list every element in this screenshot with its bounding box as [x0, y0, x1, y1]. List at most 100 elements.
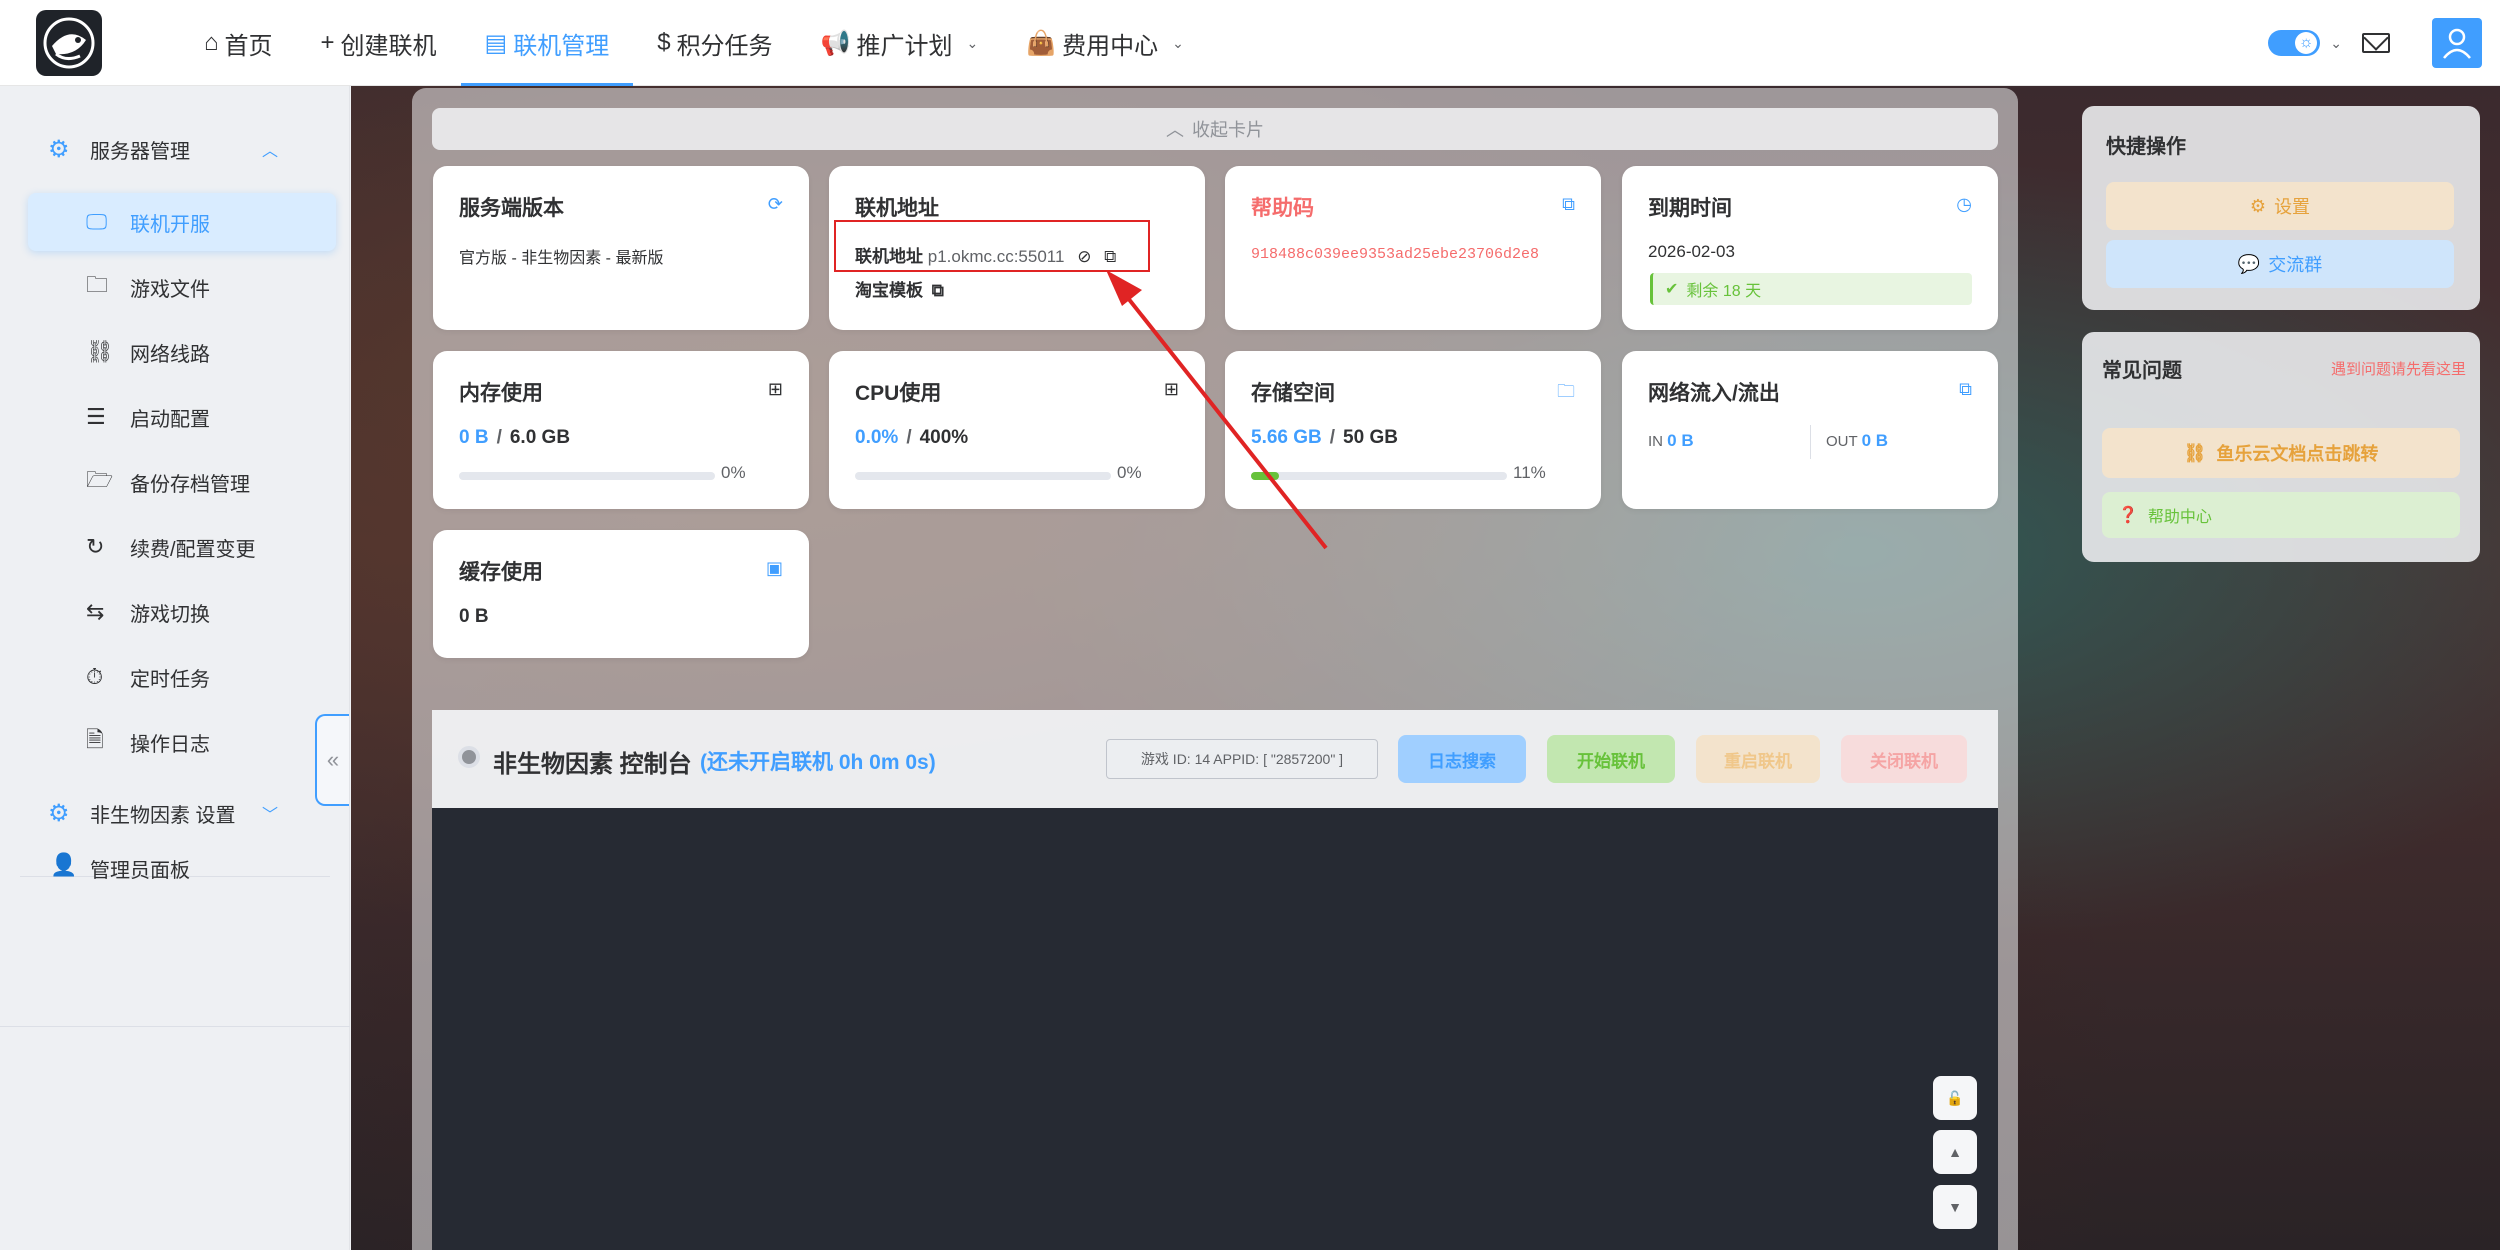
gear-icon: ⚙: [2249, 195, 2267, 216]
plus-square-icon[interactable]: ⊞: [1164, 379, 1179, 400]
folder-open-icon: 🗁: [86, 467, 114, 492]
sidebar-item-renew[interactable]: ↻ 续费/配置变更: [28, 518, 336, 576]
fish-logo-icon: [43, 17, 95, 69]
storage-total: 50 GB: [1343, 427, 1398, 448]
nav-manage-label: 联机管理: [513, 32, 610, 60]
nav-billing[interactable]: 👜 费用中心 ⌄: [1002, 0, 1208, 86]
scroll-down-icon[interactable]: ▼: [1933, 1185, 1977, 1229]
nav-promo[interactable]: 📢 推广计划 ⌄: [797, 0, 1003, 86]
card-storage: 存储空间 🗀 5.66 GB/50 GB 11%: [1225, 351, 1601, 509]
sidebar-group-server[interactable]: ⚙ 服务器管理 ︿: [0, 116, 350, 182]
console-output[interactable]: [432, 808, 1998, 1250]
card-title: 到期时间: [1648, 197, 1732, 220]
sidebar-item-switch-game[interactable]: ⇆ 游戏切换: [28, 583, 336, 641]
refresh-icon[interactable]: ⟳: [768, 194, 783, 215]
nav-home[interactable]: ⌂ 首页: [180, 0, 297, 86]
sidebar-item-startup-config[interactable]: ☰ 启动配置: [28, 388, 336, 446]
help-center-button[interactable]: ❓ 帮助中心: [2102, 492, 2460, 538]
nav-billing-label: 费用中心: [1062, 32, 1159, 60]
storage-progress-fill: [1251, 472, 1280, 480]
app-logo[interactable]: [36, 10, 102, 76]
chevron-down-icon: ﹀: [262, 807, 279, 824]
chat-group-button[interactable]: 💬 交流群: [2106, 240, 2454, 288]
network-icon: ⧉: [1959, 379, 1972, 399]
cpu-total: 400%: [919, 427, 969, 448]
mail-icon[interactable]: [2362, 33, 2390, 53]
dollar-icon: $: [657, 29, 671, 56]
card-title: 服务端版本: [459, 197, 564, 220]
chat-icon: 💬: [2237, 253, 2261, 274]
nav-create[interactable]: + 创建联机: [297, 0, 461, 86]
refresh-icon: ↻: [86, 534, 105, 559]
storage-percent: 11%: [1513, 463, 1546, 482]
template-label: 淘宝模板: [855, 281, 923, 300]
nav-promo-label: 推广计划: [856, 32, 953, 60]
memory-percent: 0%: [721, 463, 746, 482]
lock-icon[interactable]: 🔓: [1933, 1076, 1977, 1120]
restart-server-button[interactable]: 重启联机: [1696, 735, 1820, 783]
nav-create-label: 创建联机: [340, 32, 437, 60]
switch-icon: ⇆: [86, 599, 105, 624]
folder-icon: 🗀: [86, 272, 109, 297]
sidebar-item-label: 游戏切换: [130, 603, 210, 626]
question-circle-icon: ❓: [2118, 507, 2138, 524]
network-in-label: IN: [1648, 433, 1663, 450]
sidebar-divider: [0, 1026, 350, 1027]
sidebar-item-game-files[interactable]: 🗀 游戏文件: [28, 258, 336, 316]
console-status: (还未开启联机 0h 0m 0s): [700, 751, 936, 774]
sidebar-group-label: 非生物因素 设置: [90, 804, 236, 827]
server-icon: ▤: [484, 29, 508, 57]
sidebar-item-scheduled-tasks[interactable]: ⏱ 定时任务: [28, 648, 336, 706]
start-server-button[interactable]: 开始联机: [1547, 735, 1675, 783]
chevron-down-icon: ⌄: [1172, 34, 1184, 51]
cache-value: 0 B: [459, 606, 489, 627]
top-right-tools: ⌄: [2268, 0, 2500, 86]
plus-icon: +: [320, 29, 335, 56]
check-circle-icon: ✔: [1665, 281, 1679, 298]
plus-square-icon[interactable]: ⊞: [768, 379, 783, 400]
sidebar-collapse-button[interactable]: «: [315, 714, 349, 806]
box-icon: ▣: [765, 558, 783, 578]
nav-manage[interactable]: ▤ 联机管理: [460, 0, 634, 86]
card-help-code: 帮助码 ⧉ 918488c039ee9353ad25ebe23706d2e8: [1225, 166, 1601, 330]
copy-icon[interactable]: ⧉: [1562, 194, 1575, 215]
card-title: CPU使用: [855, 382, 942, 405]
sidebar-item-operation-log[interactable]: 🗎 操作日志: [28, 713, 336, 771]
sidebar-item-label: 续费/配置变更: [130, 538, 256, 561]
help-code-value[interactable]: 918488c039ee9353ad25ebe23706d2e8: [1251, 246, 1539, 263]
sidebar-item-admin[interactable]: 👤 管理员面板: [0, 832, 350, 898]
sidebar-item-network[interactable]: ⛓ 网络线路: [28, 323, 336, 381]
scroll-up-icon[interactable]: ▲: [1933, 1130, 1977, 1174]
stop-server-button[interactable]: 关闭联机: [1841, 735, 1967, 783]
sidebar-item-label: 启动配置: [130, 408, 210, 431]
nav-points-label: 积分任务: [676, 32, 773, 60]
sidebar-item-start-server[interactable]: 🖵 联机开服: [28, 193, 336, 251]
theme-toggle[interactable]: [2268, 30, 2321, 56]
memory-progress-bar: [459, 472, 715, 480]
help-center-label: 帮助中心: [2147, 509, 2212, 526]
memory-used: 0 B: [459, 427, 489, 448]
log-search-button[interactable]: 日志搜索: [1398, 735, 1526, 783]
sidebar-item-label: 网络线路: [130, 343, 210, 366]
sidebar-item-backup[interactable]: 🗁 备份存档管理: [28, 453, 336, 511]
quick-actions-title: 快捷操作: [2106, 136, 2186, 158]
sidebar-group-label: 服务器管理: [90, 140, 190, 163]
cpu-percent: 0%: [1117, 463, 1142, 482]
network-divider: [1810, 425, 1811, 459]
chevron-down-icon[interactable]: ⌄: [2330, 35, 2342, 52]
faq-title: 常见问题: [2102, 360, 2182, 382]
person-icon: 👤: [50, 852, 78, 877]
docs-link-button[interactable]: ⛓ 鱼乐云文档点击跳转: [2102, 428, 2460, 478]
user-avatar-button[interactable]: [2432, 18, 2482, 68]
cpu-used: 0.0%: [855, 427, 899, 448]
card-expire-time: 到期时间 ◷ 2026-02-03: [1622, 166, 1998, 330]
faq-hint: 遇到问题请先看这里: [2330, 361, 2466, 378]
nav-points[interactable]: $ 积分任务: [633, 0, 796, 86]
card-cache: 缓存使用 ▣ 0 B: [433, 530, 809, 658]
copy-icon[interactable]: ⧉: [932, 281, 944, 300]
storage-progress-bar: [1251, 472, 1507, 480]
collapse-cards-bar[interactable]: ︿ 收起卡片: [432, 108, 1998, 150]
nav-home-label: 首页: [224, 32, 273, 60]
docs-link-label: 鱼乐云文档点击跳转: [2216, 444, 2379, 464]
settings-button[interactable]: ⚙ 设置: [2106, 182, 2454, 230]
